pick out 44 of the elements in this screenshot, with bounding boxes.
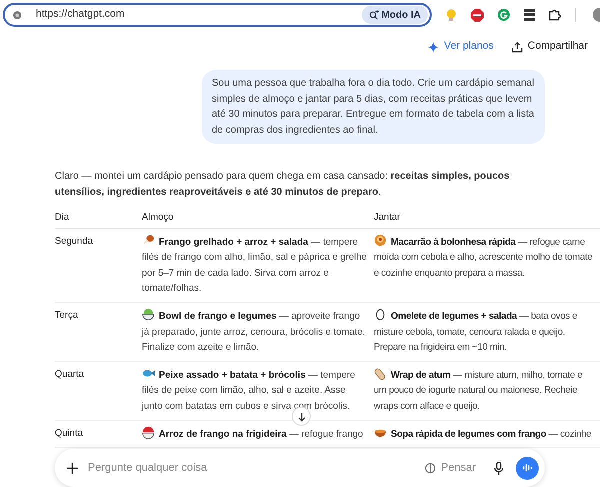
site-info-icon [13, 10, 22, 20]
assistant-message: Claro — montei um cardápio pensado para quem chega em casa cansado: receitas simples, poucos utensílios, ingredientes reaproveitáveis e até 30 minutos de preparo. [55, 170, 511, 200]
g-circle-icon[interactable] [498, 9, 510, 21]
puzzle-icon[interactable] [549, 9, 561, 21]
think-button[interactable]: Pensar [425, 460, 476, 476]
table-cell: Frango grelhado + arroz + salada — tempere filés de frango com alho, limão, sal e páprica e grelhe por 5–7 min de cada lado. Sirva com arroz e tomate/folhas. [142, 234, 374, 297]
pasta-bowl-icon [374, 234, 387, 247]
table-cell: Wrap de atum — misture atum, milho, tomate e um pouco de iogurte natural ou maionese. Recheie wraps com alface e queijo. [374, 366, 600, 415]
table-cell: Arroz de frango na frigideira — refogue frango [142, 426, 374, 442]
day-cell-text: Segunda [55, 234, 94, 249]
plus-icon[interactable] [67, 462, 78, 474]
avatar-icon[interactable] [590, 8, 600, 22]
address-bar[interactable]: https://chatgpt.com Modo IA [3, 3, 432, 27]
day-cell-text: Quarta [55, 368, 86, 382]
salad-bowl-icon [142, 308, 155, 321]
plans-link[interactable]: Ver planos [428, 39, 494, 55]
list-icon[interactable] [524, 9, 535, 21]
stop-sign-icon[interactable] [471, 8, 484, 22]
column-header: Dia [55, 211, 70, 226]
scroll-down-button[interactable] [292, 407, 311, 426]
day-cell-text: Terça [55, 309, 80, 323]
drumstick-icon [142, 234, 155, 247]
rice-bowl-icon [142, 426, 155, 439]
share-button[interactable]: Compartilhar [512, 39, 588, 55]
sparkle-icon [428, 42, 440, 52]
search-sparkle-icon [368, 10, 379, 20]
voice-button[interactable] [516, 456, 539, 480]
table-cell: Omelete de legumes + salada — bata ovos e misture cebola, tomate, cenoura ralada e queijo. Prepare na frigideira em ~10 min. [374, 308, 600, 356]
day-cell-text: Quinta [55, 426, 84, 441]
egg-icon [374, 308, 387, 321]
table-cell: Sopa rápida de legumes com frango — cozinhe [374, 426, 600, 442]
column-header: Jantar [374, 211, 402, 226]
table-cell: Bowl de frango e legumes — aproveite frango já preparado, junte arroz, cenoura, brócolis e tomate. Finalize com azeite e limão. [142, 308, 374, 356]
url-text: https://chatgpt.com [36, 7, 126, 22]
waveform-icon [522, 463, 532, 473]
ai-mode-button[interactable]: Modo IA [362, 6, 428, 24]
arrow-down-icon [296, 412, 306, 422]
microphone-icon[interactable] [494, 462, 504, 474]
column-header: Almoço [142, 211, 175, 226]
prompt-input[interactable]: Pergunte qualquer coisa [88, 460, 426, 476]
table-cell: Macarrão à bolonhesa rápida — refogue carne moída com cebola e alho, acrescente molho de tomate e cozinhe enquanto prepara a massa. [374, 234, 600, 297]
user-message: Sou uma pessoa que trabalha fora o dia todo. Crie um cardápio semanal simples de almoço e jantar para 5 dias, com receitas práticas que levem até 30 minutos para preparar. Entregue em formato de tabela com a lista de compras dos ingredientes ao final. [202, 70, 545, 144]
message-composer[interactable]: Pergunte qualquer coisa Pensar [55, 449, 545, 487]
share-icon [512, 42, 523, 52]
